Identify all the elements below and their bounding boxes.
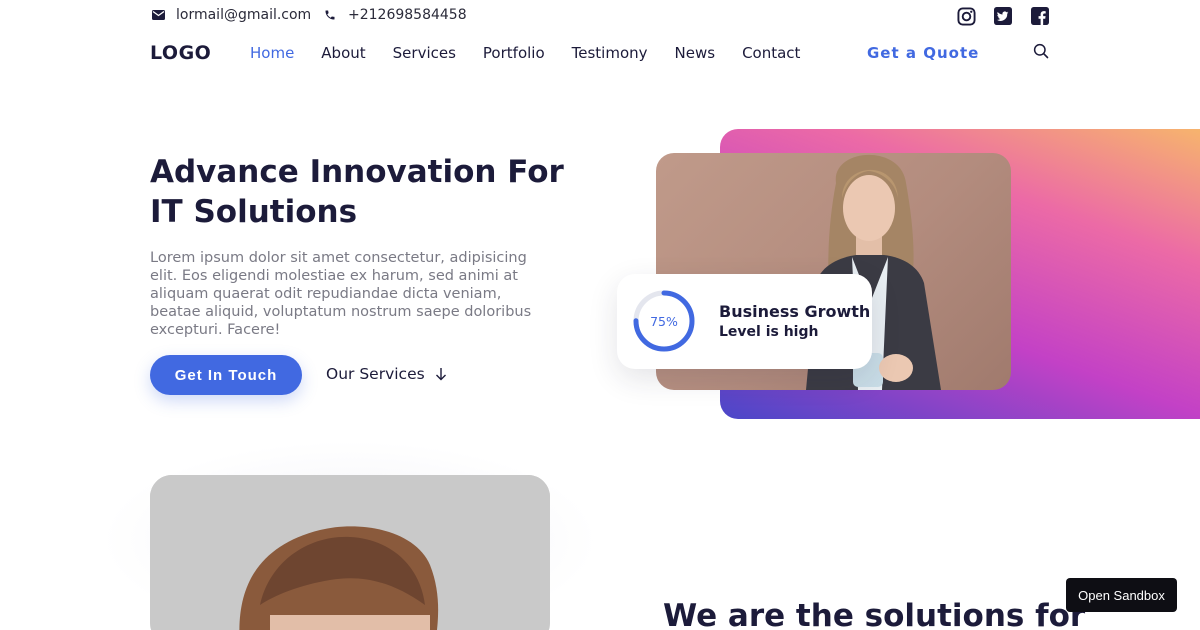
our-services-label: Our Services [326,365,425,383]
logo[interactable]: LOGO [150,42,211,64]
get-quote-link[interactable]: Get a Quote [867,44,979,62]
facebook-icon[interactable] [1030,6,1050,26]
nav-link-portfolio[interactable]: Portfolio [483,44,545,62]
hero-title: Advance Innovation For IT Solutions [150,154,564,230]
hero-description: Lorem ipsum dolor sit amet consectetur, … [150,250,532,338]
main-navigation: LOGO Home About Services Portfolio Testi… [0,36,1200,72]
about-photo [150,475,550,630]
contact-phone[interactable]: +212698584458 [322,7,467,23]
get-in-touch-button[interactable]: Get In Touch [150,355,302,395]
twitter-icon[interactable] [993,6,1013,26]
arrow-down-icon [435,368,446,381]
growth-title: Business Growth [719,302,871,321]
section-title: We are the solutions for [663,598,1086,630]
top-bar: lormail@gmail.com +212698584458 [0,0,1200,32]
growth-subtitle: Level is high [719,324,819,340]
search-icon[interactable] [1033,43,1051,61]
contact-email[interactable]: lormail@gmail.com [150,7,311,23]
man-portrait-illustration [150,475,550,630]
phone-text: +212698584458 [348,7,467,23]
nav-link-news[interactable]: News [675,44,716,62]
nav-link-contact[interactable]: Contact [742,44,800,62]
nav-link-home[interactable]: Home [250,44,294,62]
nav-links: Home About Services Portfolio Testimony … [250,44,827,62]
envelope-icon [150,7,166,23]
nav-link-about[interactable]: About [321,44,365,62]
open-sandbox-button[interactable]: Open Sandbox [1066,578,1177,612]
nav-link-services[interactable]: Services [393,44,456,62]
progress-percentage: 75% [650,313,678,329]
phone-icon [322,7,338,23]
nav-link-testimony[interactable]: Testimony [572,44,648,62]
email-text: lormail@gmail.com [176,7,312,23]
business-growth-card: 75% Business Growth Level is high [617,274,872,369]
our-services-button[interactable]: Our Services [326,365,447,383]
instagram-icon[interactable] [956,6,976,26]
